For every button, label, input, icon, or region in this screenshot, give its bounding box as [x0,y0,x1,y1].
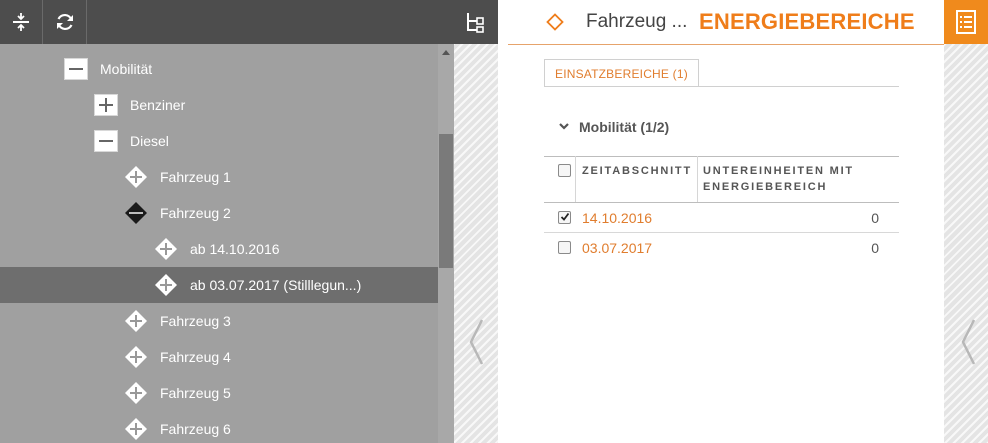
expand-icon[interactable] [94,94,118,116]
tree-item-label: ab 03.07.2017 (Stilllegun...) [190,277,362,293]
row-count: 0 [871,240,879,256]
main-panel: Fahrzeug ... ENERGIEBEREICHE EINSATZBERE… [498,0,944,443]
select-all-checkbox[interactable] [558,164,571,177]
tree-scrollbar[interactable] [438,44,454,443]
chevron-left-icon[interactable] [960,318,976,366]
diamond-expand-icon[interactable] [154,238,178,260]
diamond-expand-icon[interactable] [124,166,148,188]
tree-item-ab-14-10-2016[interactable]: ab 14.10.2016 [0,231,438,267]
tree-item-fahrzeug-3[interactable]: Fahrzeug 3 [0,303,438,339]
tree-item-diesel[interactable]: Diesel [0,123,438,159]
row-checkbox-checked[interactable] [558,211,571,224]
column-header-untereinheiten[interactable]: UNTEREINHEITEN MIT [703,163,854,179]
tree-item-fahrzeug-2[interactable]: Fahrzeug 2 [0,195,438,231]
scroll-up-icon[interactable] [442,50,450,55]
refresh-icon [54,11,76,33]
details-collapse-strip[interactable] [944,44,988,443]
tree-item-label: Diesel [130,133,169,149]
row-date-link[interactable]: 14.10.2016 [582,203,652,233]
diamond-expand-icon[interactable] [124,418,148,440]
tree-item-benziner[interactable]: Benziner [0,87,438,123]
tree-item-label: Fahrzeug 5 [160,385,231,401]
row-checkbox[interactable] [558,241,571,254]
diamond-collapse-icon[interactable] [124,202,148,224]
tree-item-mobilitaet[interactable]: Mobilität [0,51,438,87]
tree-item-label: Fahrzeug 6 [160,421,231,437]
tree-view: Mobilität Benziner Diesel Fahrzeug 1 Fah… [0,44,438,443]
table-row[interactable]: 03.07.2017 0 [544,233,899,263]
tree-panel: Mobilität Benziner Diesel Fahrzeug 1 Fah… [0,0,454,443]
main-header: Fahrzeug ... ENERGIEBEREICHE [508,0,944,45]
tree-item-fahrzeug-4[interactable]: Fahrzeug 4 [0,339,438,375]
diamond-expand-icon[interactable] [124,382,148,404]
tree-item-label: ab 14.10.2016 [190,241,280,257]
diamond-expand-icon[interactable] [124,310,148,332]
chevron-left-icon[interactable] [468,318,484,366]
collapse-icon[interactable] [94,130,118,152]
column-header-energiebereich: ENERGIEBEREICH [703,181,828,193]
tree-item-label: Fahrzeug 4 [160,349,231,365]
tree-collapse-strip[interactable] [454,0,498,443]
tree-item-label: Fahrzeug 2 [160,205,231,221]
tree-toolbar [0,0,454,44]
tree-item-label: Benziner [130,97,186,113]
details-panel-button[interactable] [944,0,988,44]
tree-item-fahrzeug-6[interactable]: Fahrzeug 6 [0,411,438,443]
tree-item-label: Fahrzeug 1 [160,169,231,185]
column-header-zeitabschnitt[interactable]: ZEITABSCHNITT [582,163,692,179]
refresh-button[interactable] [44,0,86,44]
tree-item-fahrzeug-1[interactable]: Fahrzeug 1 [0,159,438,195]
row-date-link[interactable]: 03.07.2017 [582,233,652,263]
table-row[interactable]: 14.10.2016 0 [544,203,899,233]
tree-item-fahrzeug-5[interactable]: Fahrzeug 5 [0,375,438,411]
diamond-expand-icon[interactable] [154,274,178,296]
tree-item-ab-03-07-2017[interactable]: ab 03.07.2017 (Stilllegun...) [0,267,438,303]
tree-item-label: Fahrzeug 3 [160,313,231,329]
tab-einsatzbereiche[interactable]: EINSATZBEREICHE (1) [544,59,699,87]
collapse-icon[interactable] [64,58,88,80]
page-title: ENERGIEBEREICHE [699,9,915,34]
list-document-icon [955,9,977,35]
section-label: Mobilität (1/2) [579,119,670,135]
hierarchy-icon [465,11,487,33]
breadcrumb[interactable]: Fahrzeug ... [586,0,687,44]
tree-item-label: Mobilität [100,61,153,77]
chevron-down-icon[interactable] [558,122,570,132]
hierarchy-button[interactable] [454,0,498,44]
scrollbar-thumb[interactable] [439,134,453,268]
diamond-expand-icon[interactable] [124,346,148,368]
collapse-all-icon [11,12,31,32]
row-count: 0 [871,210,879,226]
diamond-icon [546,13,564,31]
collapse-all-button[interactable] [0,0,42,44]
